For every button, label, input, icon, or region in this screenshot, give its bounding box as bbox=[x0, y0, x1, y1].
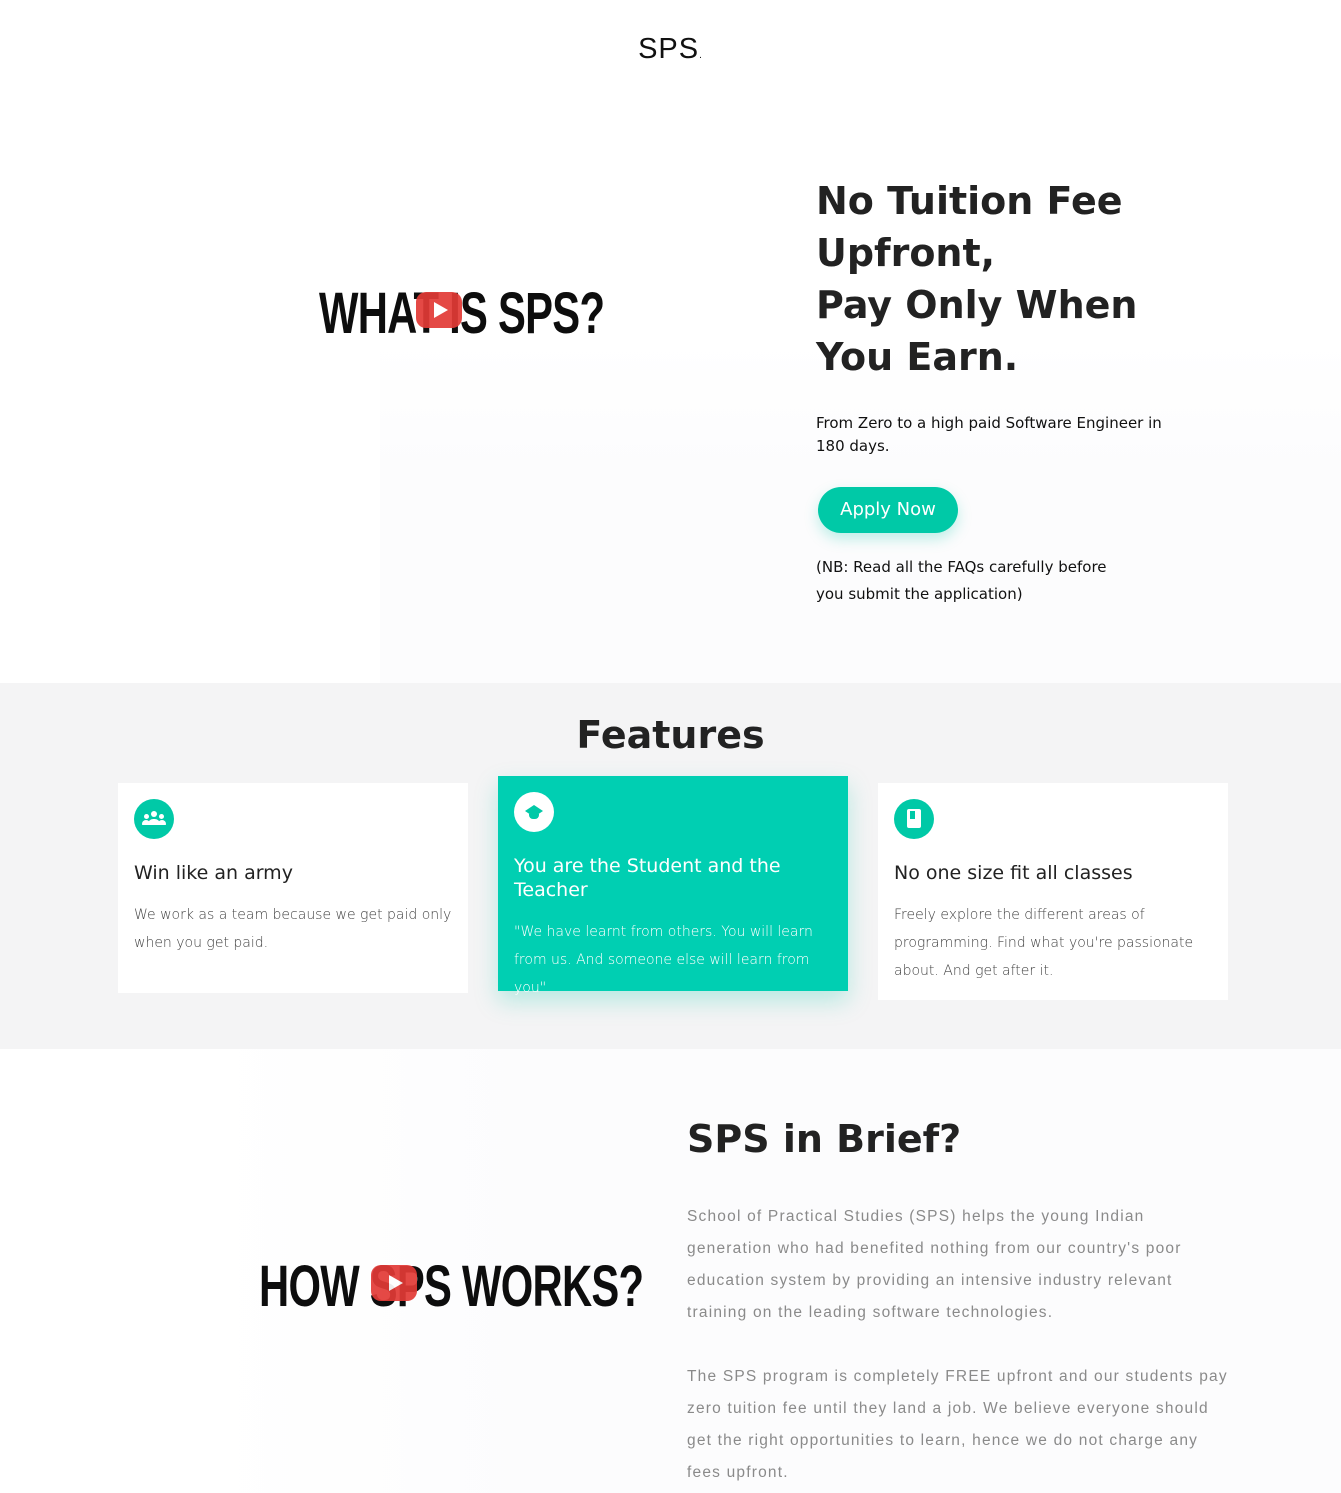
hero-note: (NB: Read all the FAQs carefully before … bbox=[816, 558, 1107, 603]
features-section: Features Win like an army We work as a t… bbox=[0, 683, 1341, 1049]
site-header: SPS. bbox=[0, 0, 1341, 110]
people-icon bbox=[134, 799, 174, 839]
youtube-play-icon[interactable] bbox=[371, 1265, 417, 1301]
feature-card-highlighted: You are the Student and the Teacher "We … bbox=[498, 776, 848, 996]
video-thumbnail-how-sps-works[interactable]: HOW SPS WORKS? bbox=[259, 1253, 644, 1320]
features-title: Features bbox=[576, 713, 765, 757]
brief-paragraph: The SPS program is completely FREE upfro… bbox=[687, 1368, 1228, 1481]
hero-subtitle: From Zero to a high paid Software Engine… bbox=[816, 414, 1162, 455]
brief-section: HOW SPS WORKS? SPS in Brief? School of P… bbox=[0, 1049, 1341, 1493]
brief-paragraph: School of Practical Studies (SPS) helps … bbox=[687, 1208, 1182, 1321]
feature-card-text: We work as a team because we get paid on… bbox=[134, 907, 452, 951]
feature-card: Win like an army We work as a team becau… bbox=[118, 783, 468, 993]
feature-card: No one size fit all classes Freely explo… bbox=[878, 783, 1228, 1000]
youtube-play-icon[interactable] bbox=[416, 292, 462, 328]
hero-section: WHAT IS SPS? No Tuition Fee Upfront, Pay… bbox=[0, 110, 1341, 683]
site-logo[interactable]: SPS. bbox=[0, 33, 1341, 66]
feature-card-title: No one size fit all classes bbox=[894, 862, 1133, 884]
apply-now-button[interactable]: Apply Now bbox=[818, 487, 958, 533]
feature-card-text: "We have learnt from others. You will le… bbox=[514, 924, 813, 996]
graduation-cap-icon bbox=[514, 792, 554, 832]
feature-card-text: Freely explore the different areas of pr… bbox=[894, 907, 1194, 979]
brief-title: SPS in Brief? bbox=[687, 1117, 962, 1161]
hero-title: No Tuition Fee Upfront, Pay Only When Yo… bbox=[816, 179, 1138, 379]
book-icon bbox=[894, 799, 934, 839]
feature-card-title: Win like an army bbox=[134, 862, 293, 884]
feature-card-title: You are the Student and the Teacher bbox=[514, 855, 781, 901]
